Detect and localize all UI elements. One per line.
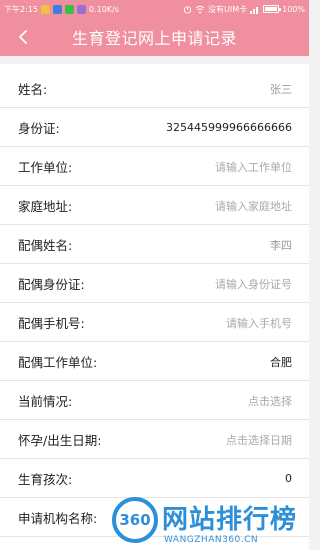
wifi-icon: [195, 5, 205, 13]
signal-icon: [250, 6, 259, 14]
field-name[interactable]: 姓名: 张三: [0, 69, 309, 108]
field-label: 配偶姓名:: [18, 238, 73, 253]
name-value[interactable]: 张三: [270, 81, 292, 97]
field-spouse-id[interactable]: 配偶身份证: 请输入身份证号: [0, 264, 309, 303]
alarm-icon: [183, 5, 192, 14]
status-carrier: 没有UIM卡: [208, 4, 248, 14]
field-label: 姓名:: [18, 82, 48, 97]
field-label: 配偶身份证:: [18, 277, 85, 292]
status-bar: 下午2:15 0.10K/s 没有UIM卡 100%: [0, 0, 309, 18]
page-title: 生育登记网上申请记录: [71, 29, 237, 48]
pregnancy-date-picker[interactable]: 点击选择日期: [226, 432, 292, 448]
spouse-phone-input[interactable]: 请输入手机号: [226, 315, 292, 331]
field-label: 配偶工作单位:: [18, 355, 98, 370]
field-label: 配偶手机号:: [18, 316, 85, 331]
field-spouse-work-unit[interactable]: 配偶工作单位: 合肥: [0, 342, 309, 381]
field-label: 生育孩次:: [18, 472, 73, 487]
field-label: 申请机构名称:: [18, 511, 98, 526]
birth-order-value[interactable]: 0: [285, 472, 292, 485]
field-institution-name[interactable]: 申请机构名称:: [0, 498, 309, 537]
field-current-status[interactable]: 当前情况: 点击选择: [0, 381, 309, 420]
app-icon: [76, 4, 86, 14]
spouse-name-value[interactable]: 李四: [270, 237, 292, 253]
field-spouse-phone[interactable]: 配偶手机号: 请输入手机号: [0, 303, 309, 342]
spouse-id-input[interactable]: 请输入身份证号: [215, 276, 292, 292]
field-label: 怀孕/出生日期:: [18, 433, 102, 448]
field-spouse-name[interactable]: 配偶姓名: 李四: [0, 225, 309, 264]
status-time: 下午2:15: [4, 4, 38, 14]
field-label: 当前情况:: [18, 394, 73, 409]
status-right: 没有UIM卡 100%: [183, 4, 305, 15]
status-battery: 100%: [282, 4, 305, 14]
status-speed: 0.10K/s: [88, 4, 119, 14]
status-left: 下午2:15 0.10K/s: [4, 4, 119, 15]
field-label: 家庭地址:: [18, 199, 73, 214]
field-pregnancy-date[interactable]: 怀孕/出生日期: 点击选择日期: [0, 420, 309, 459]
shield-icon: [52, 4, 62, 14]
work-unit-input[interactable]: 请输入工作单位: [215, 159, 292, 175]
app-bar: 生育登记网上申请记录: [0, 18, 309, 56]
field-id-card[interactable]: 身份证: 325445999966666666: [0, 108, 309, 147]
field-home-address[interactable]: 家庭地址: 请输入家庭地址: [0, 186, 309, 225]
spouse-work-unit-value[interactable]: 合肥: [270, 354, 292, 370]
current-status-select[interactable]: 点击选择: [248, 393, 292, 409]
id-card-value[interactable]: 325445999966666666: [166, 121, 292, 134]
wechat-icon: [64, 4, 74, 14]
battery-icon: [263, 5, 282, 13]
home-address-input[interactable]: 请输入家庭地址: [215, 198, 292, 214]
chevron-left-icon: [19, 30, 27, 44]
notification-icon: [40, 4, 50, 14]
field-birth-order[interactable]: 生育孩次: 0: [0, 459, 309, 498]
application-form: 姓名: 张三 身份证: 325445999966666666 工作单位: 请输入…: [0, 64, 309, 550]
battery-fill: [265, 7, 278, 11]
field-work-unit[interactable]: 工作单位: 请输入工作单位: [0, 147, 309, 186]
field-label: 身份证:: [18, 121, 60, 136]
field-label: 工作单位:: [18, 160, 73, 175]
back-button[interactable]: [10, 24, 36, 50]
